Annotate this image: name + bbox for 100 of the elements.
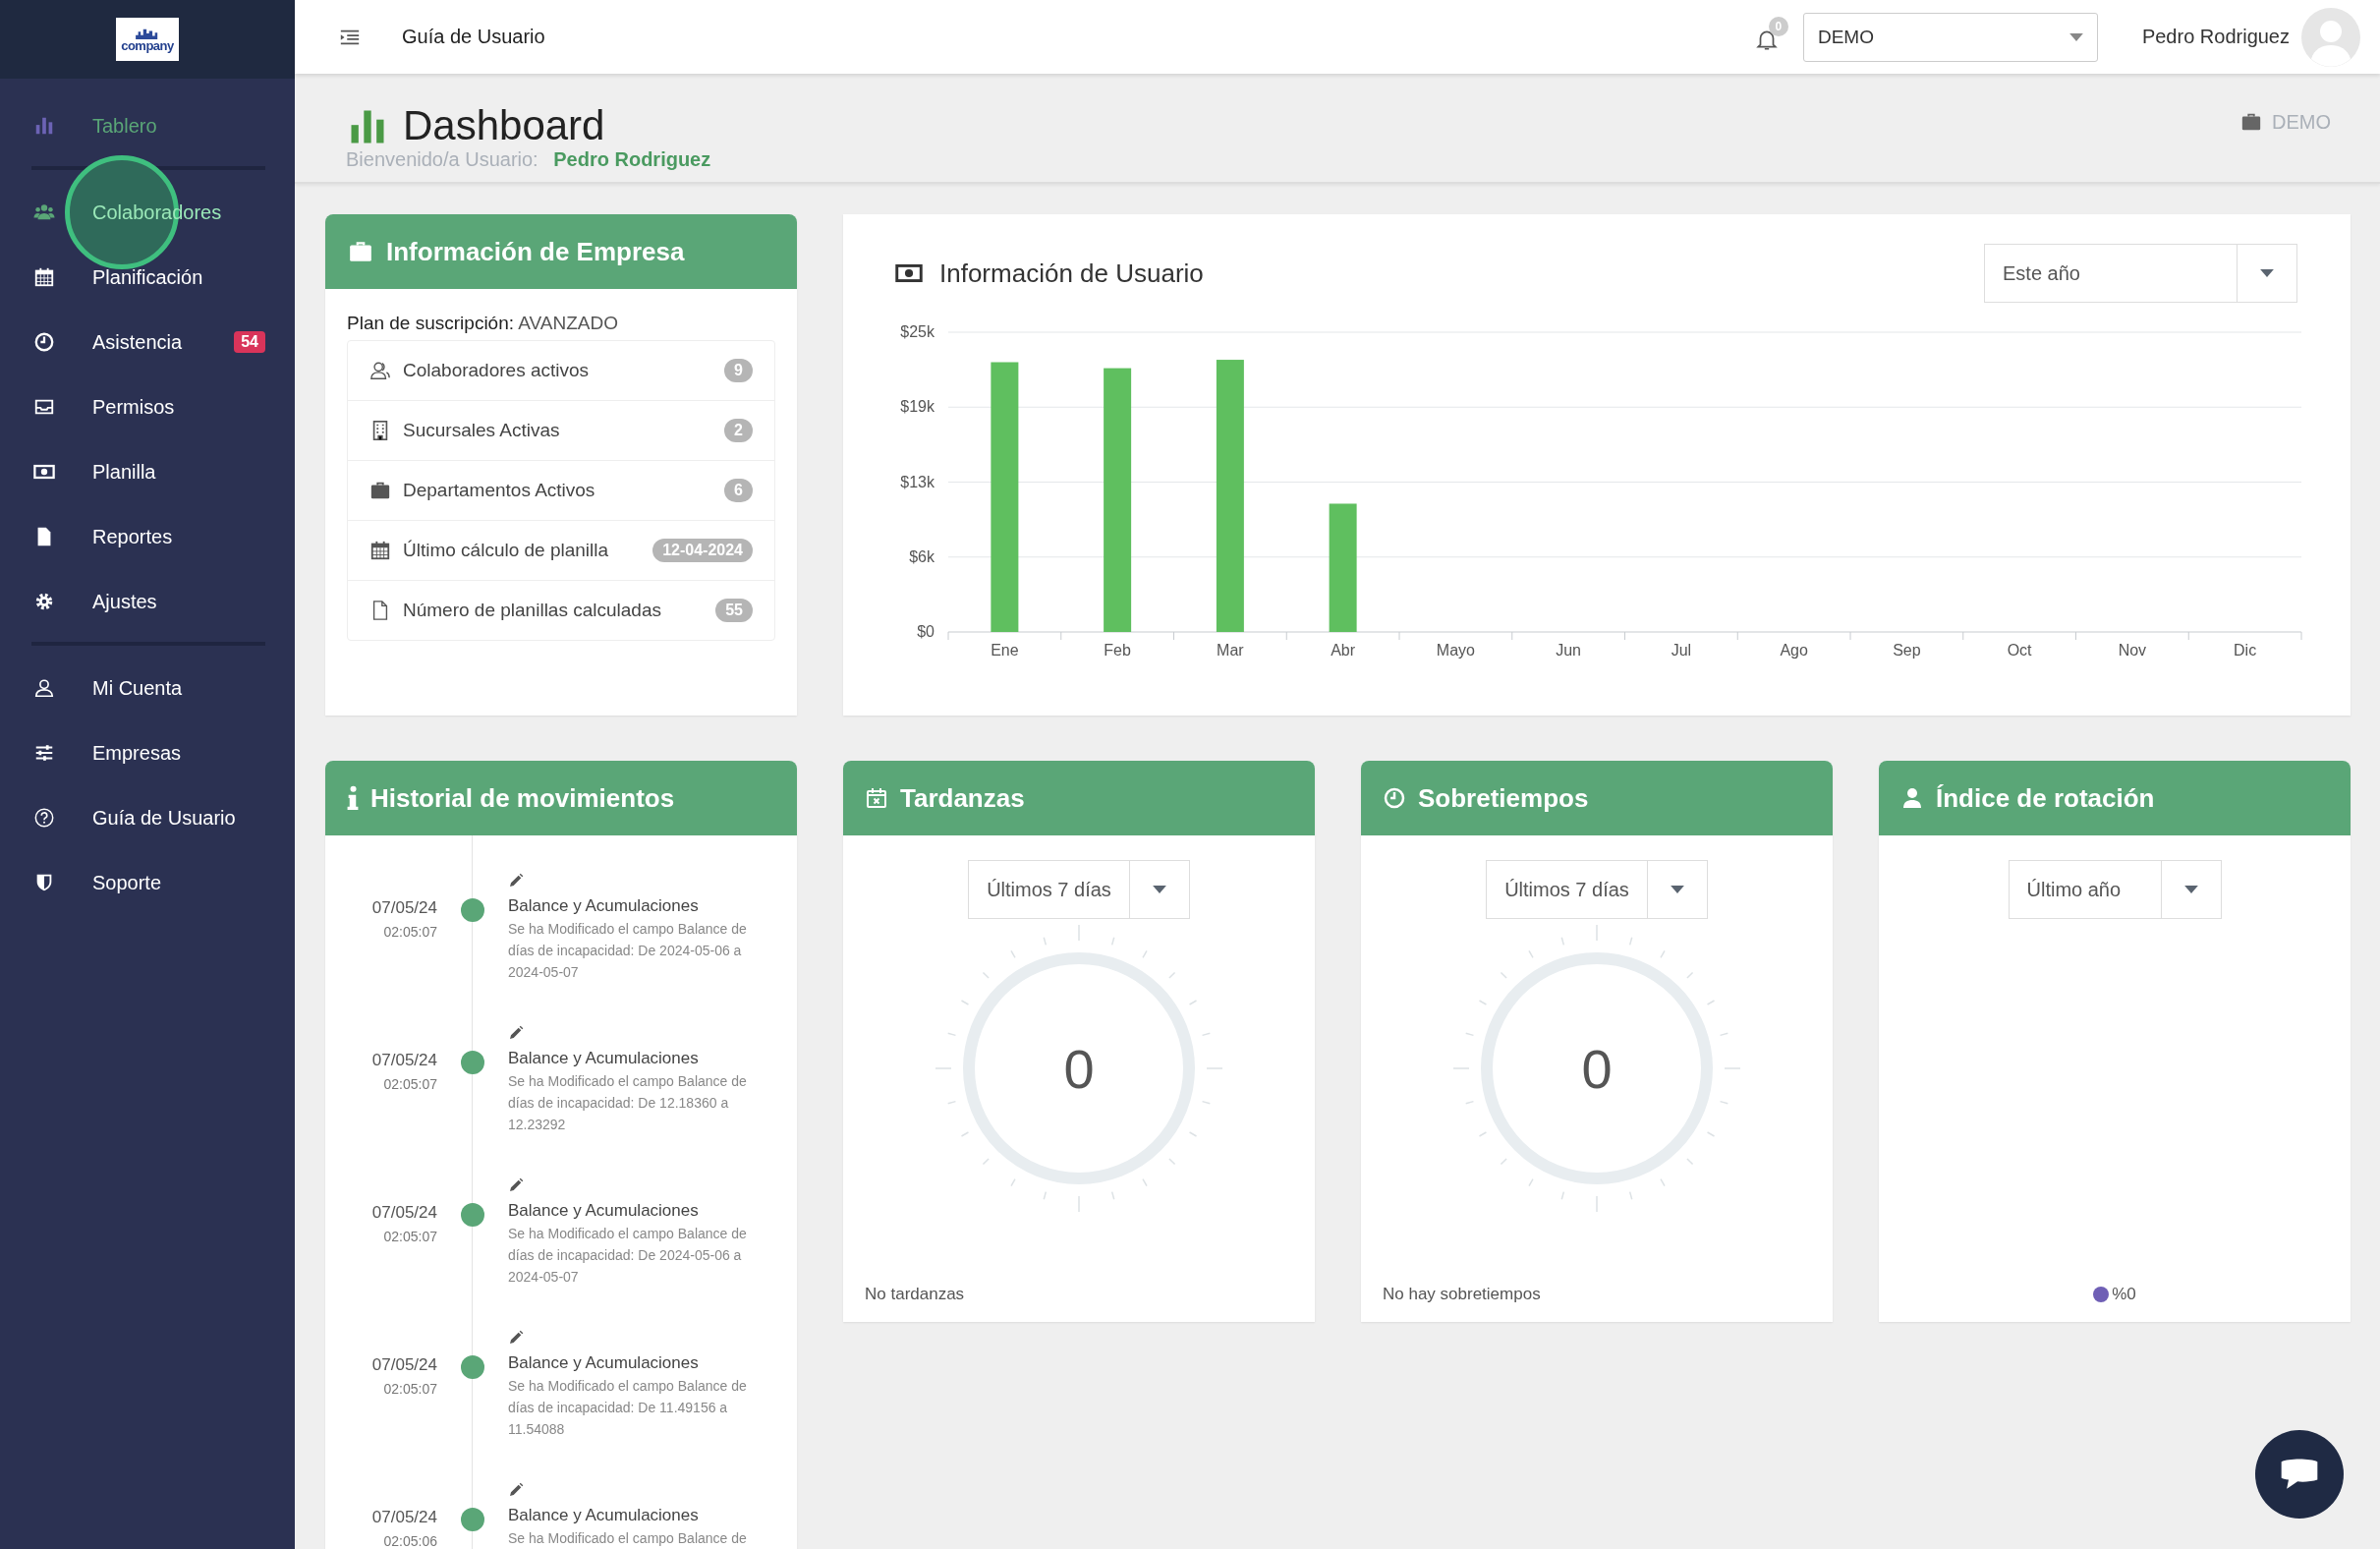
bar-chart-icon (33, 115, 55, 137)
period-dropdown[interactable]: Últimos 7 días (1486, 860, 1708, 919)
pencil-icon (508, 1330, 524, 1346)
pencil-icon (508, 1177, 524, 1193)
settings-icon (33, 591, 55, 612)
empty-message: No tardanzas (865, 1285, 965, 1303)
count-badge: 12-04-2024 (652, 539, 753, 562)
entry-description: Se ha Modificado el campo Balance de días de incapacidad: De 12.18360 a 12.23292 (508, 1072, 748, 1134)
entry-time: 02:05:07 (383, 1229, 437, 1244)
company-name: DEMO (2272, 110, 2331, 134)
user-icon (1900, 786, 1924, 810)
period-dropdown[interactable]: Este año (1984, 244, 2297, 303)
chart-title: Información de Usuario (939, 258, 1204, 289)
card-title: Índice de rotación (1936, 782, 2155, 814)
entry-title: Balance y Acumulaciones (508, 1353, 699, 1373)
card-title: Sobretiempos (1418, 782, 1589, 814)
caret-icon (1152, 886, 1166, 893)
entry-time: 02:05:07 (383, 924, 437, 940)
sidebar-item[interactable]: Soporte (0, 850, 295, 915)
count-badge: 54 (234, 331, 265, 353)
count-badge: 2 (724, 419, 753, 442)
sidebar-item[interactable]: Mi Cuenta (0, 656, 295, 720)
caret-icon (1670, 886, 1684, 893)
period-dropdown[interactable]: Último año (2008, 860, 2222, 919)
plan-text: Plan de suscripción: AVANZADO (347, 313, 619, 334)
sidebar-item[interactable]: Tablero (0, 93, 295, 158)
axis-label: Oct (2007, 642, 2032, 659)
entry-date: 07/05/24 (371, 1051, 437, 1070)
card-title: Información de Empresa (386, 236, 685, 267)
legend-label: %0 (2112, 1285, 2136, 1304)
briefcase-icon (347, 239, 374, 264)
gauge-value: 0 (1581, 1038, 1613, 1100)
caret-icon (2260, 269, 2274, 277)
card-title: Historial de movimientos (370, 782, 675, 814)
axis-label: Jul (1671, 642, 1692, 659)
entry-description: Se ha Modificado el campo Balance de días de incapacidad: De 2024-05-06 a 2024-05-07 (508, 920, 748, 982)
sidebar-item[interactable]: Permisos (0, 374, 295, 439)
timeline-dot (461, 898, 484, 922)
pencil-icon (508, 1025, 524, 1041)
clock-icon (33, 331, 55, 353)
timeline-dot (461, 1051, 484, 1074)
entry-time: 02:05:06 (383, 1533, 437, 1549)
empty-message: No hay sobretiempos (1383, 1285, 1541, 1303)
sidebar-item[interactable]: Planilla (0, 439, 295, 504)
sliders-icon (33, 742, 55, 764)
entry-title: Balance y Acumulaciones (508, 1049, 699, 1068)
page-title: Dashboard (403, 103, 605, 148)
axis-label: Jun (1556, 642, 1581, 659)
sidebar-item[interactable]: Ajustes (0, 569, 295, 634)
calendar-icon (369, 540, 391, 561)
company-logo: company (116, 18, 179, 61)
timeline-dot (461, 1203, 484, 1227)
briefcase-icon (2240, 111, 2262, 133)
axis-label: Dic (2234, 642, 2257, 659)
calendar-icon (865, 786, 888, 810)
briefcase-icon (369, 480, 391, 501)
calendar-icon (33, 266, 55, 288)
count-badge: 55 (715, 599, 753, 622)
stat-label: Sucursales Activas (403, 420, 560, 441)
axis-label: $13k (900, 473, 935, 490)
caret-icon (2183, 886, 2198, 893)
sidebar-item[interactable]: Guía de Usuario (0, 785, 295, 850)
axis-label: $6k (909, 547, 935, 565)
entry-date: 07/05/24 (371, 1508, 437, 1527)
entry-title: Balance y Acumulaciones (508, 1506, 699, 1525)
sidebar-item[interactable]: Asistencia 54 (0, 310, 295, 374)
axis-label: Nov (2118, 642, 2147, 659)
pencil-icon (508, 873, 524, 889)
axis-label: Sep (1893, 642, 1921, 659)
users-icon (369, 360, 391, 381)
stat-label: Colaboradores activos (403, 360, 590, 381)
stat-label: Último cálculo de planilla (403, 540, 609, 561)
sidebar-item[interactable]: Reportes (0, 504, 295, 569)
entry-time: 02:05:07 (383, 1381, 437, 1397)
count-badge: 9 (724, 359, 753, 382)
sidebar-item[interactable]: Empresas (0, 720, 295, 785)
info-icon (347, 785, 359, 811)
clock-icon (1383, 786, 1406, 810)
period-dropdown[interactable]: Últimos 7 días (968, 860, 1190, 919)
user-name[interactable]: Pedro Rodriguez (2141, 26, 2290, 48)
company-select[interactable]: DEMO (1802, 12, 2098, 62)
stat-label: Departamentos Activos (403, 480, 595, 501)
entry-date: 07/05/24 (371, 898, 437, 918)
help-icon (33, 807, 55, 829)
axis-label: Ene (991, 642, 1019, 659)
axis-label: Feb (1104, 642, 1131, 659)
axis-label: $25k (900, 323, 935, 340)
timeline-dot (461, 1508, 484, 1531)
entry-date: 07/05/24 (371, 1355, 437, 1375)
card-title: Tardanzas (900, 782, 1025, 814)
caret-icon (2068, 32, 2083, 41)
page-link[interactable]: Guía de Usuario (402, 26, 545, 48)
entry-description: Se ha Modificado el campo Balance de días de incapacidad: De 11.49156 a 11.54088 (508, 1377, 748, 1439)
pencil-icon (508, 1482, 524, 1498)
axis-label: Mayo (1436, 642, 1475, 659)
sidebar-item[interactable]: Planificación (0, 245, 295, 310)
axis-label: Ago (1780, 642, 1808, 659)
axis-label: $19k (900, 398, 935, 416)
entry-date: 07/05/24 (371, 1203, 437, 1223)
user-icon (33, 677, 55, 699)
